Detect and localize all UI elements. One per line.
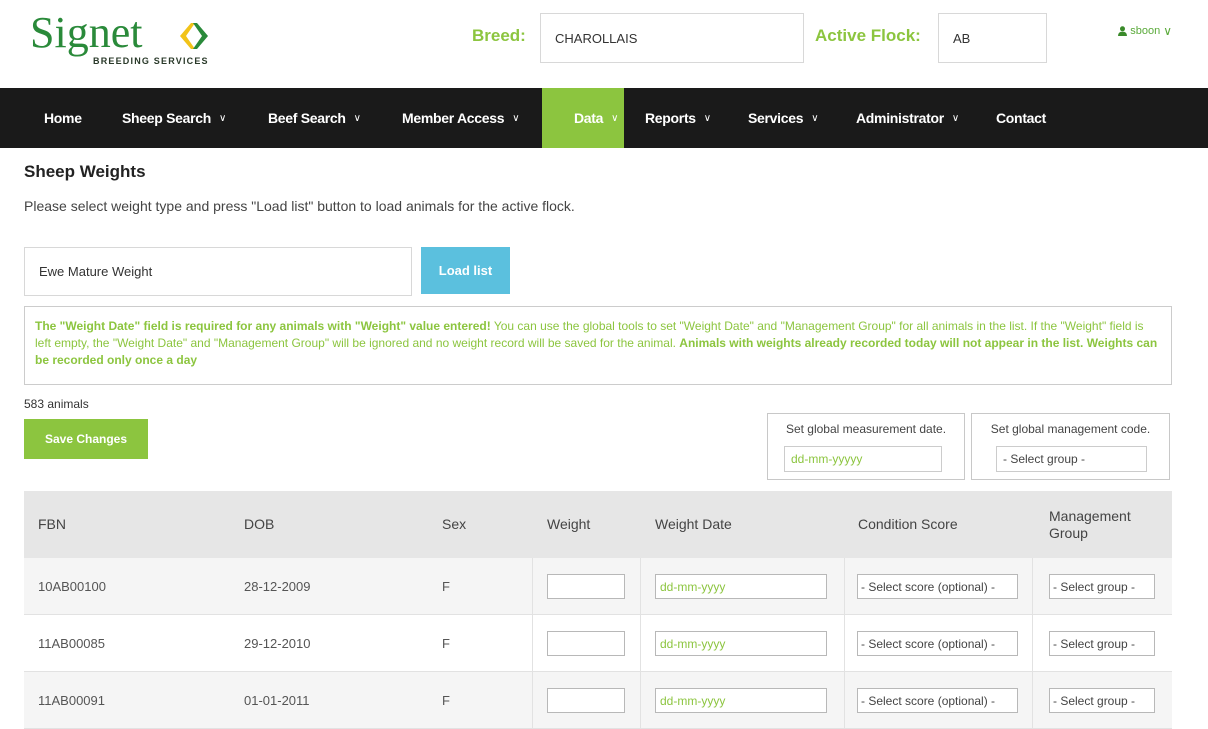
chevron-down-icon: ∨ (951, 112, 959, 124)
cell-dob: 28-12-2009 (244, 579, 311, 594)
global-date-label: Set global measurement date. (785, 422, 947, 436)
cell-fbn: 10AB00100 (38, 579, 106, 594)
cell-dob: 29-12-2010 (244, 636, 311, 651)
condition-score-select[interactable]: - Select score (optional) - (857, 631, 1018, 656)
page-title: Sheep Weights (24, 162, 146, 181)
table-row: 11AB00085 29-12-2010 F dd-mm-yyyy - Sele… (24, 615, 1172, 672)
nav-home[interactable]: Home (26, 88, 96, 148)
col-weight: Weight (547, 516, 591, 532)
weight-date-input[interactable]: dd-mm-yyyy (655, 688, 827, 713)
cell-fbn: 11AB00091 (38, 693, 105, 708)
nav-reports[interactable]: Reports ∨ (645, 88, 711, 148)
col-dob: DOB (244, 516, 275, 532)
active-flock-label: Active Flock: (815, 26, 921, 45)
active-flock-select[interactable]: AB (938, 13, 1047, 63)
management-group-select[interactable]: - Select group - (1049, 631, 1155, 656)
breed-select[interactable]: CHAROLLAIS (540, 13, 804, 63)
user-menu[interactable]: sboon ∨ (1118, 24, 1172, 38)
logo-subtitle: BREEDING SERVICES (93, 56, 209, 66)
weight-input[interactable] (547, 574, 625, 599)
breed-label: Breed: (472, 26, 526, 45)
intro-text: Please select weight type and press "Loa… (24, 198, 575, 214)
chevron-down-icon: ∨ (811, 112, 819, 124)
nav-label: Services (748, 110, 804, 126)
global-group-box: Set global management code. - Select gro… (971, 413, 1170, 480)
animal-count: 583 animals (24, 397, 89, 411)
signet-logo[interactable]: Signet BREEDING SERVICES (30, 8, 220, 68)
user-icon (1118, 26, 1128, 36)
nav-label: Data (574, 110, 604, 126)
chevron-down-icon: ∨ (219, 112, 227, 124)
username: sboon (1130, 25, 1161, 37)
cell-sex: F (442, 693, 450, 708)
nav-member-access[interactable]: Member Access ∨ (402, 88, 520, 148)
col-management-group: Management Group (1049, 507, 1131, 541)
nav-label: Sheep Search (122, 110, 211, 126)
save-changes-button[interactable]: Save Changes (24, 419, 148, 459)
weight-input[interactable] (547, 631, 625, 656)
nav-contact[interactable]: Contact (996, 88, 1046, 148)
condition-score-select[interactable]: - Select score (optional) - (857, 574, 1018, 599)
weight-date-input[interactable]: dd-mm-yyyy (655, 574, 827, 599)
col-fbn: FBN (38, 516, 66, 532)
notice-box: The "Weight Date" field is required for … (24, 306, 1172, 385)
nav-label: Administrator (856, 110, 944, 126)
weight-input[interactable] (547, 688, 625, 713)
condition-score-select[interactable]: - Select score (optional) - (857, 688, 1018, 713)
global-group-label: Set global management code. (990, 422, 1151, 436)
chevron-down-icon: ∨ (611, 112, 619, 124)
chevron-down-icon: ∨ (1163, 24, 1172, 38)
weight-date-input[interactable]: dd-mm-yyyy (655, 631, 827, 656)
chevron-down-icon: ∨ (703, 112, 711, 124)
nav-services[interactable]: Services ∨ (748, 88, 819, 148)
logo-chevrons-icon (180, 23, 208, 49)
nav-label: Contact (996, 110, 1047, 126)
nav-label: Member Access (402, 110, 505, 126)
chevron-down-icon: ∨ (353, 112, 361, 124)
table-header: FBN DOB Sex Weight Weight Date Condition… (24, 491, 1172, 558)
load-list-button[interactable]: Load list (421, 247, 510, 294)
nav-administrator[interactable]: Administrator ∨ (856, 88, 959, 148)
management-group-select[interactable]: - Select group - (1049, 688, 1155, 713)
chevron-down-icon: ∨ (512, 112, 520, 124)
col-weight-date: Weight Date (655, 516, 732, 532)
weight-type-select[interactable]: Ewe Mature Weight (24, 247, 412, 296)
cell-fbn: 11AB00085 (38, 636, 105, 651)
nav-label: Reports (645, 110, 696, 126)
global-group-select[interactable]: - Select group - (996, 446, 1147, 472)
nav-label: Home (44, 110, 82, 126)
notice-required: The "Weight Date" field is required for … (35, 319, 491, 333)
main-nav: Home Sheep Search ∨ Beef Search ∨ Member… (0, 88, 1208, 148)
global-date-input[interactable]: dd-mm-yyyyy (784, 446, 942, 472)
global-date-box: Set global measurement date. dd-mm-yyyyy (767, 413, 965, 480)
logo-wordmark: Signet (30, 8, 143, 57)
cell-sex: F (442, 579, 450, 594)
nav-sheep-search[interactable]: Sheep Search ∨ (122, 88, 226, 148)
nav-beef-search[interactable]: Beef Search ∨ (268, 88, 361, 148)
col-condition-score: Condition Score (858, 516, 958, 532)
nav-data[interactable]: Data ∨ (542, 88, 624, 148)
cell-sex: F (442, 636, 450, 651)
cell-dob: 01-01-2011 (244, 693, 310, 708)
col-sex: Sex (442, 516, 467, 532)
table-row: 10AB00100 28-12-2009 F dd-mm-yyyy - Sele… (24, 558, 1172, 615)
nav-label: Beef Search (268, 110, 346, 126)
management-group-select[interactable]: - Select group - (1049, 574, 1155, 599)
table-row: 11AB00091 01-01-2011 F dd-mm-yyyy - Sele… (24, 672, 1172, 729)
